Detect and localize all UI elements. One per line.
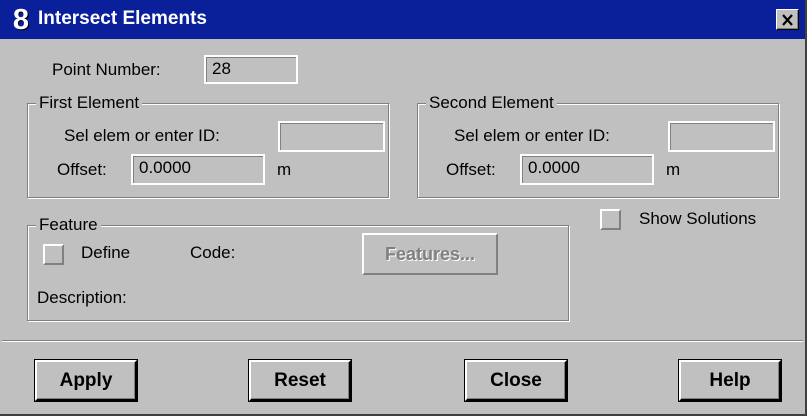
second-offset-label: Offset: xyxy=(446,160,496,179)
define-label[interactable]: Define xyxy=(81,243,130,263)
features-button[interactable]: Features... xyxy=(362,233,498,275)
show-solutions-label[interactable]: Show Solutions xyxy=(639,209,756,229)
first-offset-label: Offset: xyxy=(57,160,107,179)
title-bar[interactable]: 8 Intersect Elements xyxy=(0,0,805,39)
second-element-group-title: Second Element xyxy=(426,93,557,113)
feature-group-title: Feature xyxy=(36,215,101,235)
second-sel-elem-field[interactable] xyxy=(668,121,775,152)
close-button[interactable]: Close xyxy=(465,360,567,401)
define-checkbox[interactable] xyxy=(43,244,64,265)
window-title: Intersect Elements xyxy=(38,8,207,29)
help-button[interactable]: Help xyxy=(679,360,781,401)
first-offset-field[interactable]: 0.0000 xyxy=(131,154,265,185)
first-sel-elem-label: Sel elem or enter ID: xyxy=(64,126,220,145)
button-bar-separator xyxy=(2,340,803,342)
point-number-field[interactable]: 28 xyxy=(204,55,298,84)
first-sel-elem-field[interactable] xyxy=(278,121,385,152)
first-element-group-title: First Element xyxy=(36,93,143,113)
close-window-button[interactable] xyxy=(776,9,799,30)
description-label: Description: xyxy=(37,288,127,307)
second-sel-elem-label: Sel elem or enter ID: xyxy=(454,126,610,145)
intersect-elements-dialog: 8 Intersect Elements Point Number: 28 Fi… xyxy=(0,0,807,416)
first-offset-unit: m xyxy=(277,160,292,179)
second-offset-field[interactable]: 0.0000 xyxy=(520,154,654,185)
apply-button[interactable]: Apply xyxy=(35,360,137,401)
code-label: Code: xyxy=(190,243,236,262)
point-number-label: Point Number: xyxy=(52,60,161,79)
close-icon xyxy=(782,13,793,26)
second-offset-unit: m xyxy=(666,160,681,179)
show-solutions-checkbox[interactable] xyxy=(600,209,621,230)
app-logo-icon: 8 xyxy=(12,3,30,36)
reset-button[interactable]: Reset xyxy=(249,360,351,401)
